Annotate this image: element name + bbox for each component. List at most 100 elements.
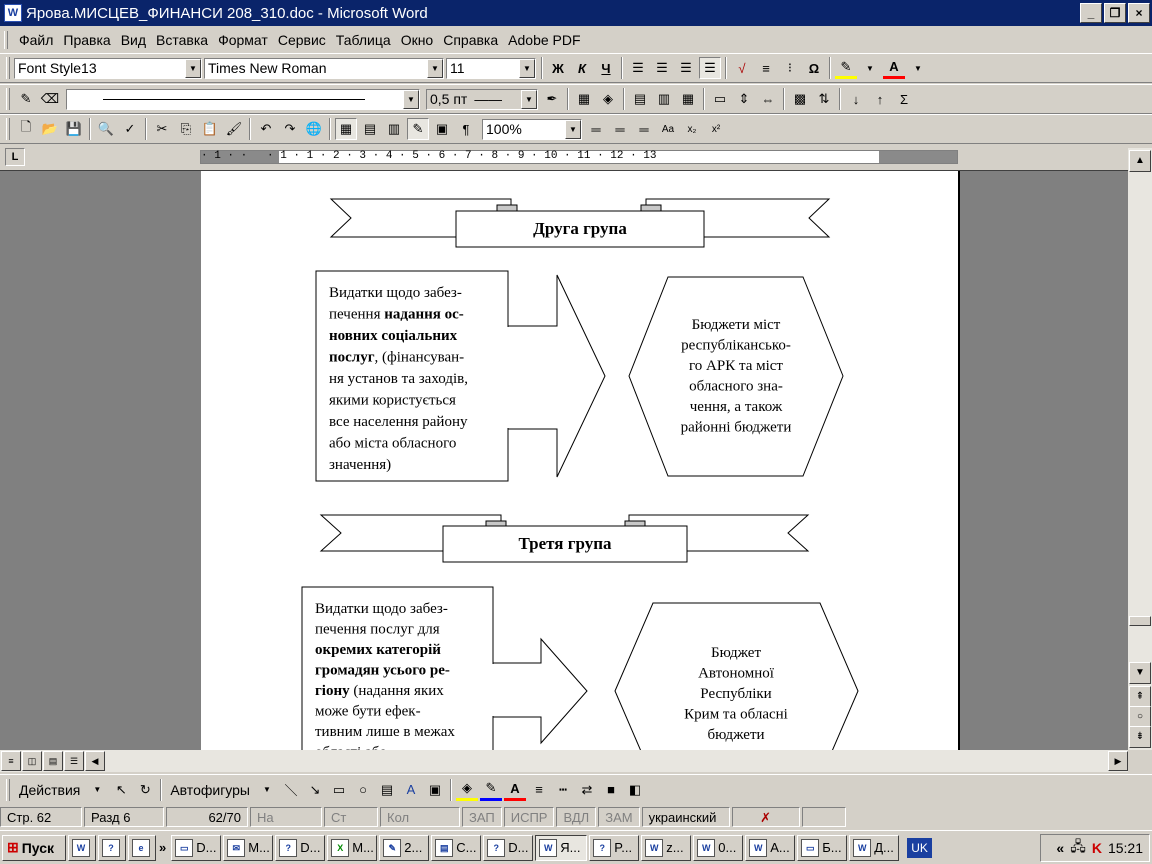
autoshapes-menu[interactable]: Автофигуры (165, 782, 255, 798)
task-app-2[interactable]: ✎ 2... (379, 834, 430, 861)
task-word-d[interactable]: W Д... (849, 834, 900, 861)
spelling-icon[interactable]: ✓ (119, 118, 141, 140)
task-word-active[interactable]: W Я... (535, 834, 588, 861)
task-word-a[interactable]: W A... (745, 834, 796, 861)
line-icon[interactable]: ＼ (280, 779, 302, 801)
line-style-icon[interactable]: ═ (609, 118, 631, 140)
task-search-1[interactable]: ? D... (275, 834, 326, 861)
language-indicator[interactable]: UK (907, 837, 932, 858)
status-ext[interactable]: ВДЛ (556, 807, 597, 827)
new-document-icon[interactable]: 🗋 (15, 118, 37, 140)
show-formatting-icon[interactable]: ¶ (455, 118, 477, 140)
style-combo[interactable]: Font Style13 ▼ (14, 57, 202, 79)
task-app-c[interactable]: ▤ C... (431, 834, 482, 861)
arrow-icon[interactable]: ↘ (304, 779, 326, 801)
task-search-2[interactable]: ? D... (483, 834, 534, 861)
menu-insert[interactable]: Вставка (151, 32, 213, 48)
minimize-button[interactable]: _ (1080, 3, 1102, 23)
oval-icon[interactable]: ○ (352, 779, 374, 801)
menu-adobe-pdf[interactable]: Adobe PDF (503, 32, 585, 48)
split-cells-icon[interactable]: ▦ (677, 88, 699, 110)
quicklaunch-more-icon[interactable]: » (159, 840, 166, 855)
tray-expand-icon[interactable]: « (1056, 840, 1064, 856)
columns-icon[interactable]: ▥ (383, 118, 405, 140)
spelling-status-icon[interactable]: ✗ (731, 807, 800, 827)
status-trk[interactable]: ИСПР (503, 807, 555, 827)
group3-left-box[interactable]: Видатки щодо забез-печення послуг для окр… (301, 586, 588, 750)
tables-borders-icon[interactable]: ▦ (335, 118, 357, 140)
align-right-icon[interactable]: ☰ (675, 57, 697, 79)
underline-button[interactable]: Ч (595, 57, 617, 79)
actions-menu[interactable]: Действия (14, 782, 85, 798)
fill-color-icon[interactable]: ◈ (456, 779, 478, 801)
prev-page-icon[interactable]: ⇞ (1129, 686, 1151, 708)
chevron-down-icon[interactable]: ▼ (86, 779, 108, 801)
copy-icon[interactable]: ⎘ (175, 118, 197, 140)
group2-left-box[interactable]: Видатки щодо забез-печення надання ос-но… (315, 270, 606, 482)
equation-icon[interactable]: √ (731, 57, 753, 79)
horizontal-ruler[interactable]: L · 1 · · · 1 · 1 · 2 · 3 · 4 · 5 · 6 · … (0, 146, 1152, 168)
menu-view[interactable]: Вид (116, 32, 151, 48)
tab-selector[interactable]: L (5, 148, 25, 166)
task-word-z[interactable]: Wz... (641, 834, 692, 861)
italic-button[interactable]: К (571, 57, 593, 79)
menu-table[interactable]: Таблица (331, 32, 396, 48)
close-button[interactable]: × (1128, 3, 1150, 23)
merge-cells-icon[interactable]: ▥ (653, 88, 675, 110)
task-mail[interactable]: ✉ M... (223, 834, 274, 861)
align-left-icon[interactable]: ☰ (627, 57, 649, 79)
scroll-down-icon[interactable]: ▼ (1129, 662, 1151, 684)
dash-style-icon[interactable]: ┅ (552, 779, 574, 801)
pencil-icon[interactable]: ✎ (15, 88, 37, 110)
chevron-down-icon[interactable]: ▼ (403, 89, 419, 109)
zoom-combo[interactable]: 100% ▼ (482, 118, 582, 140)
free-rotate-icon[interactable]: ↻ (134, 779, 156, 801)
document-map-icon[interactable]: ▣ (431, 118, 453, 140)
chevron-down-icon[interactable]: ▼ (519, 58, 535, 78)
open-icon[interactable]: 📂 (39, 118, 61, 140)
highlight-icon[interactable]: ✎ (835, 57, 857, 79)
chevron-down-icon[interactable]: ▼ (256, 779, 278, 801)
save-icon[interactable]: 💾 (63, 118, 85, 140)
print-preview-icon[interactable]: 🔍 (95, 118, 117, 140)
wordart-icon[interactable]: A (400, 779, 422, 801)
font-color-icon[interactable]: A (883, 57, 905, 79)
line-style-icon[interactable]: ═ (633, 118, 655, 140)
banner-group3[interactable]: Третя група (319, 514, 810, 563)
menu-edit[interactable]: Правка (58, 32, 115, 48)
scroll-up-icon[interactable]: ▲ (1129, 150, 1151, 172)
line-style-combo[interactable]: ▼ (66, 88, 420, 110)
autosum-icon[interactable]: Σ (893, 88, 915, 110)
line-style-icon[interactable]: ≡ (528, 779, 550, 801)
sort-descending-icon[interactable]: ↑ (869, 88, 891, 110)
cut-icon[interactable]: ✂ (151, 118, 173, 140)
scroll-right-icon[interactable]: ▶ (1108, 751, 1128, 771)
task-word-0[interactable]: W 0... (693, 834, 744, 861)
select-objects-icon[interactable]: ↖ (110, 779, 132, 801)
clipart-icon[interactable]: ▣ (424, 779, 446, 801)
menu-tools[interactable]: Сервис (273, 32, 331, 48)
menu-file[interactable]: Файл (14, 32, 58, 48)
shadow-icon[interactable]: ■ (600, 779, 622, 801)
line-style-icon[interactable]: ═ (585, 118, 607, 140)
network-icon[interactable]: 🖧 (1070, 836, 1086, 860)
status-ovr[interactable]: ЗАМ (598, 807, 640, 827)
arrow-style-icon[interactable]: ⇄ (576, 779, 598, 801)
task-app-b[interactable]: ▭ Б... (797, 834, 848, 861)
horizontal-scrollbar[interactable]: ≡ ◫ ▤ ☰ ◀ ▶ (0, 750, 1128, 772)
symbol-omega-icon[interactable]: Ω (803, 57, 825, 79)
ruler-track[interactable]: · 1 · · · 1 · 1 · 2 · 3 · 4 · 5 · 6 · 7 … (200, 150, 958, 164)
vertical-scrollbar[interactable]: ▲ ▼ ⇞ ○ ⇟ (1128, 148, 1152, 750)
line-color-icon[interactable]: ✎ (480, 779, 502, 801)
hyperlink-icon[interactable]: 🌐 (303, 118, 325, 140)
align-cell-icon[interactable]: ▭ (709, 88, 731, 110)
sort-ascending-icon[interactable]: ↓ (845, 88, 867, 110)
banner-group2[interactable]: Друга група (329, 198, 831, 248)
browse-object-icon[interactable]: ○ (1129, 706, 1151, 728)
quicklaunch-ie-icon[interactable]: e (128, 834, 156, 861)
word-app-icon[interactable]: W (4, 4, 22, 22)
antivirus-icon[interactable]: K (1092, 840, 1102, 856)
chevron-down-icon[interactable]: ▼ (859, 57, 881, 79)
bold-button[interactable]: Ж (547, 57, 569, 79)
eraser-icon[interactable]: ⌫ (39, 88, 61, 110)
